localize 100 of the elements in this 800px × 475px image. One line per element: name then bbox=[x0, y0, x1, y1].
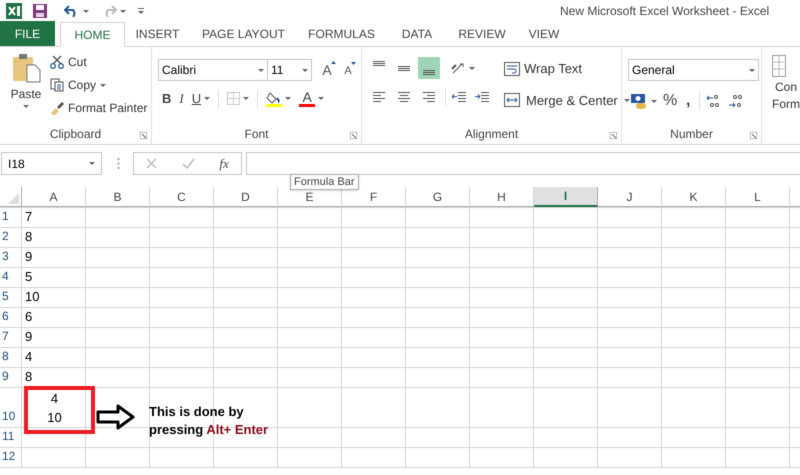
ribbon-tab[interactable]: INSERT bbox=[125, 22, 190, 46]
copy-button[interactable]: Copy bbox=[50, 76, 148, 94]
table-cell[interactable]: 5 bbox=[25, 266, 32, 286]
italic-button[interactable]: I bbox=[179, 89, 184, 108]
increase-indent-button[interactable] bbox=[472, 91, 492, 103]
column-header[interactable]: I bbox=[534, 187, 598, 207]
caret-icon bbox=[624, 98, 630, 102]
conditional-formatting-button[interactable]: Con Form bbox=[772, 79, 800, 113]
format-painter-button[interactable]: Format Painter bbox=[50, 99, 148, 117]
cut-button[interactable]: Cut bbox=[50, 53, 148, 71]
ribbon-tab[interactable]: REVIEW bbox=[448, 22, 516, 46]
ribbon-tab[interactable]: HOME bbox=[60, 22, 125, 47]
caret-icon bbox=[651, 100, 657, 102]
fill-color-button[interactable] bbox=[266, 90, 292, 107]
column-header[interactable]: L bbox=[726, 187, 790, 207]
font-color-button[interactable]: A bbox=[299, 90, 324, 108]
row-header[interactable]: 7 bbox=[2, 327, 9, 345]
borders-icon bbox=[227, 92, 240, 106]
grow-font-button[interactable]: A bbox=[318, 60, 336, 80]
row-header[interactable]: 12 bbox=[2, 447, 16, 465]
wrap-text-button[interactable]: Wrap Text bbox=[504, 59, 630, 78]
name-box[interactable]: I18 bbox=[1, 152, 102, 175]
table-icon bbox=[772, 55, 786, 77]
paste-button[interactable]: Paste bbox=[4, 47, 48, 124]
font-size-field[interactable]: 11 bbox=[268, 59, 312, 81]
column-header[interactable]: A bbox=[22, 187, 86, 207]
row-header[interactable]: 10 bbox=[2, 407, 16, 425]
bold-button[interactable]: B bbox=[162, 89, 172, 108]
table-cell[interactable]: 9 bbox=[25, 326, 32, 346]
file-tab[interactable]: FILE bbox=[0, 21, 55, 46]
comma-button[interactable]: , bbox=[683, 89, 694, 113]
table-cell[interactable]: 10 bbox=[25, 286, 40, 306]
ribbon-tab[interactable]: DATA bbox=[386, 22, 448, 46]
column-header[interactable]: G bbox=[406, 187, 470, 207]
row-header[interactable]: 2 bbox=[2, 227, 9, 245]
insert-function-button[interactable]: fx bbox=[219, 154, 229, 174]
caret-icon bbox=[318, 97, 324, 100]
merge-icon bbox=[504, 93, 520, 108]
number-format-field[interactable]: General bbox=[628, 59, 759, 81]
group-label: Font bbox=[244, 126, 268, 143]
accounting-button[interactable] bbox=[630, 93, 657, 109]
column-header[interactable]: B bbox=[86, 187, 150, 207]
percent-button[interactable]: % bbox=[663, 89, 678, 113]
row-header[interactable]: 5 bbox=[2, 287, 9, 305]
column-header[interactable]: J bbox=[598, 187, 662, 207]
align-icon bbox=[372, 91, 386, 103]
table-cell[interactable]: 8 bbox=[25, 226, 32, 246]
font-name-field[interactable]: Calibri bbox=[158, 59, 268, 81]
caret-icon bbox=[243, 97, 250, 100]
formula-input[interactable] bbox=[246, 152, 800, 175]
ribbon-tab[interactable]: VIEW bbox=[516, 22, 572, 46]
column-header[interactable]: D bbox=[214, 187, 278, 207]
money-icon bbox=[630, 93, 648, 109]
caret-icon bbox=[89, 162, 95, 165]
table-cell[interactable]: 4 bbox=[25, 346, 32, 366]
caret-icon bbox=[204, 97, 210, 100]
row-header[interactable]: 11 bbox=[2, 427, 14, 445]
ribbon-tab[interactable]: PAGE LAYOUT bbox=[190, 22, 297, 46]
bottom-align-button[interactable] bbox=[418, 57, 440, 79]
caret-icon bbox=[83, 10, 89, 12]
caret-icon bbox=[258, 68, 264, 72]
close-icon bbox=[146, 158, 158, 169]
borders-button[interactable] bbox=[227, 92, 250, 106]
decrease-indent-button[interactable] bbox=[449, 91, 469, 103]
group-label: Clipboard bbox=[50, 126, 102, 143]
caret-icon bbox=[138, 8, 144, 14]
wrap-text-icon bbox=[504, 62, 520, 76]
table-cell[interactable]: 9 bbox=[25, 246, 32, 266]
table-cell[interactable]: 6 bbox=[25, 306, 32, 326]
column-header[interactable]: C bbox=[150, 187, 214, 207]
undo-button[interactable] bbox=[64, 5, 89, 17]
underline-button[interactable]: U bbox=[192, 89, 210, 108]
check-icon bbox=[182, 158, 195, 169]
ribbon-tab[interactable]: FORMULAS bbox=[297, 22, 386, 46]
table-cell[interactable]: 8 bbox=[25, 366, 32, 386]
triangle-icon bbox=[331, 60, 336, 64]
save-icon bbox=[32, 3, 48, 19]
copy-icon bbox=[50, 78, 64, 92]
column-header[interactable]: K bbox=[662, 187, 726, 207]
table-cell[interactable]: 4 10 bbox=[47, 388, 62, 426]
highlight-frame bbox=[24, 386, 95, 434]
row-header[interactable]: 4 bbox=[2, 267, 9, 285]
row-header[interactable]: 9 bbox=[2, 367, 9, 385]
align-icon bbox=[398, 66, 410, 70]
row-header[interactable]: 6 bbox=[2, 307, 9, 325]
decrease-decimal-button[interactable] bbox=[728, 93, 744, 109]
annotation-text: This is done by pressing Alt+ Enter bbox=[149, 403, 268, 439]
shrink-font-button[interactable]: A bbox=[340, 60, 356, 80]
merge-center-button[interactable]: Merge & Center bbox=[504, 90, 630, 110]
row-header[interactable]: 8 bbox=[2, 347, 9, 365]
orientation-button[interactable] bbox=[451, 61, 475, 75]
caret-icon bbox=[302, 68, 308, 72]
spreadsheet-icon bbox=[6, 3, 22, 19]
row-header[interactable]: 1 bbox=[2, 207, 9, 225]
indent-icon bbox=[452, 91, 466, 103]
caret-icon bbox=[120, 10, 126, 12]
customize-button[interactable] bbox=[138, 8, 144, 14]
caret-icon bbox=[100, 84, 106, 86]
table-cell[interactable]: 7 bbox=[25, 206, 32, 226]
row-header[interactable]: 3 bbox=[2, 247, 9, 265]
